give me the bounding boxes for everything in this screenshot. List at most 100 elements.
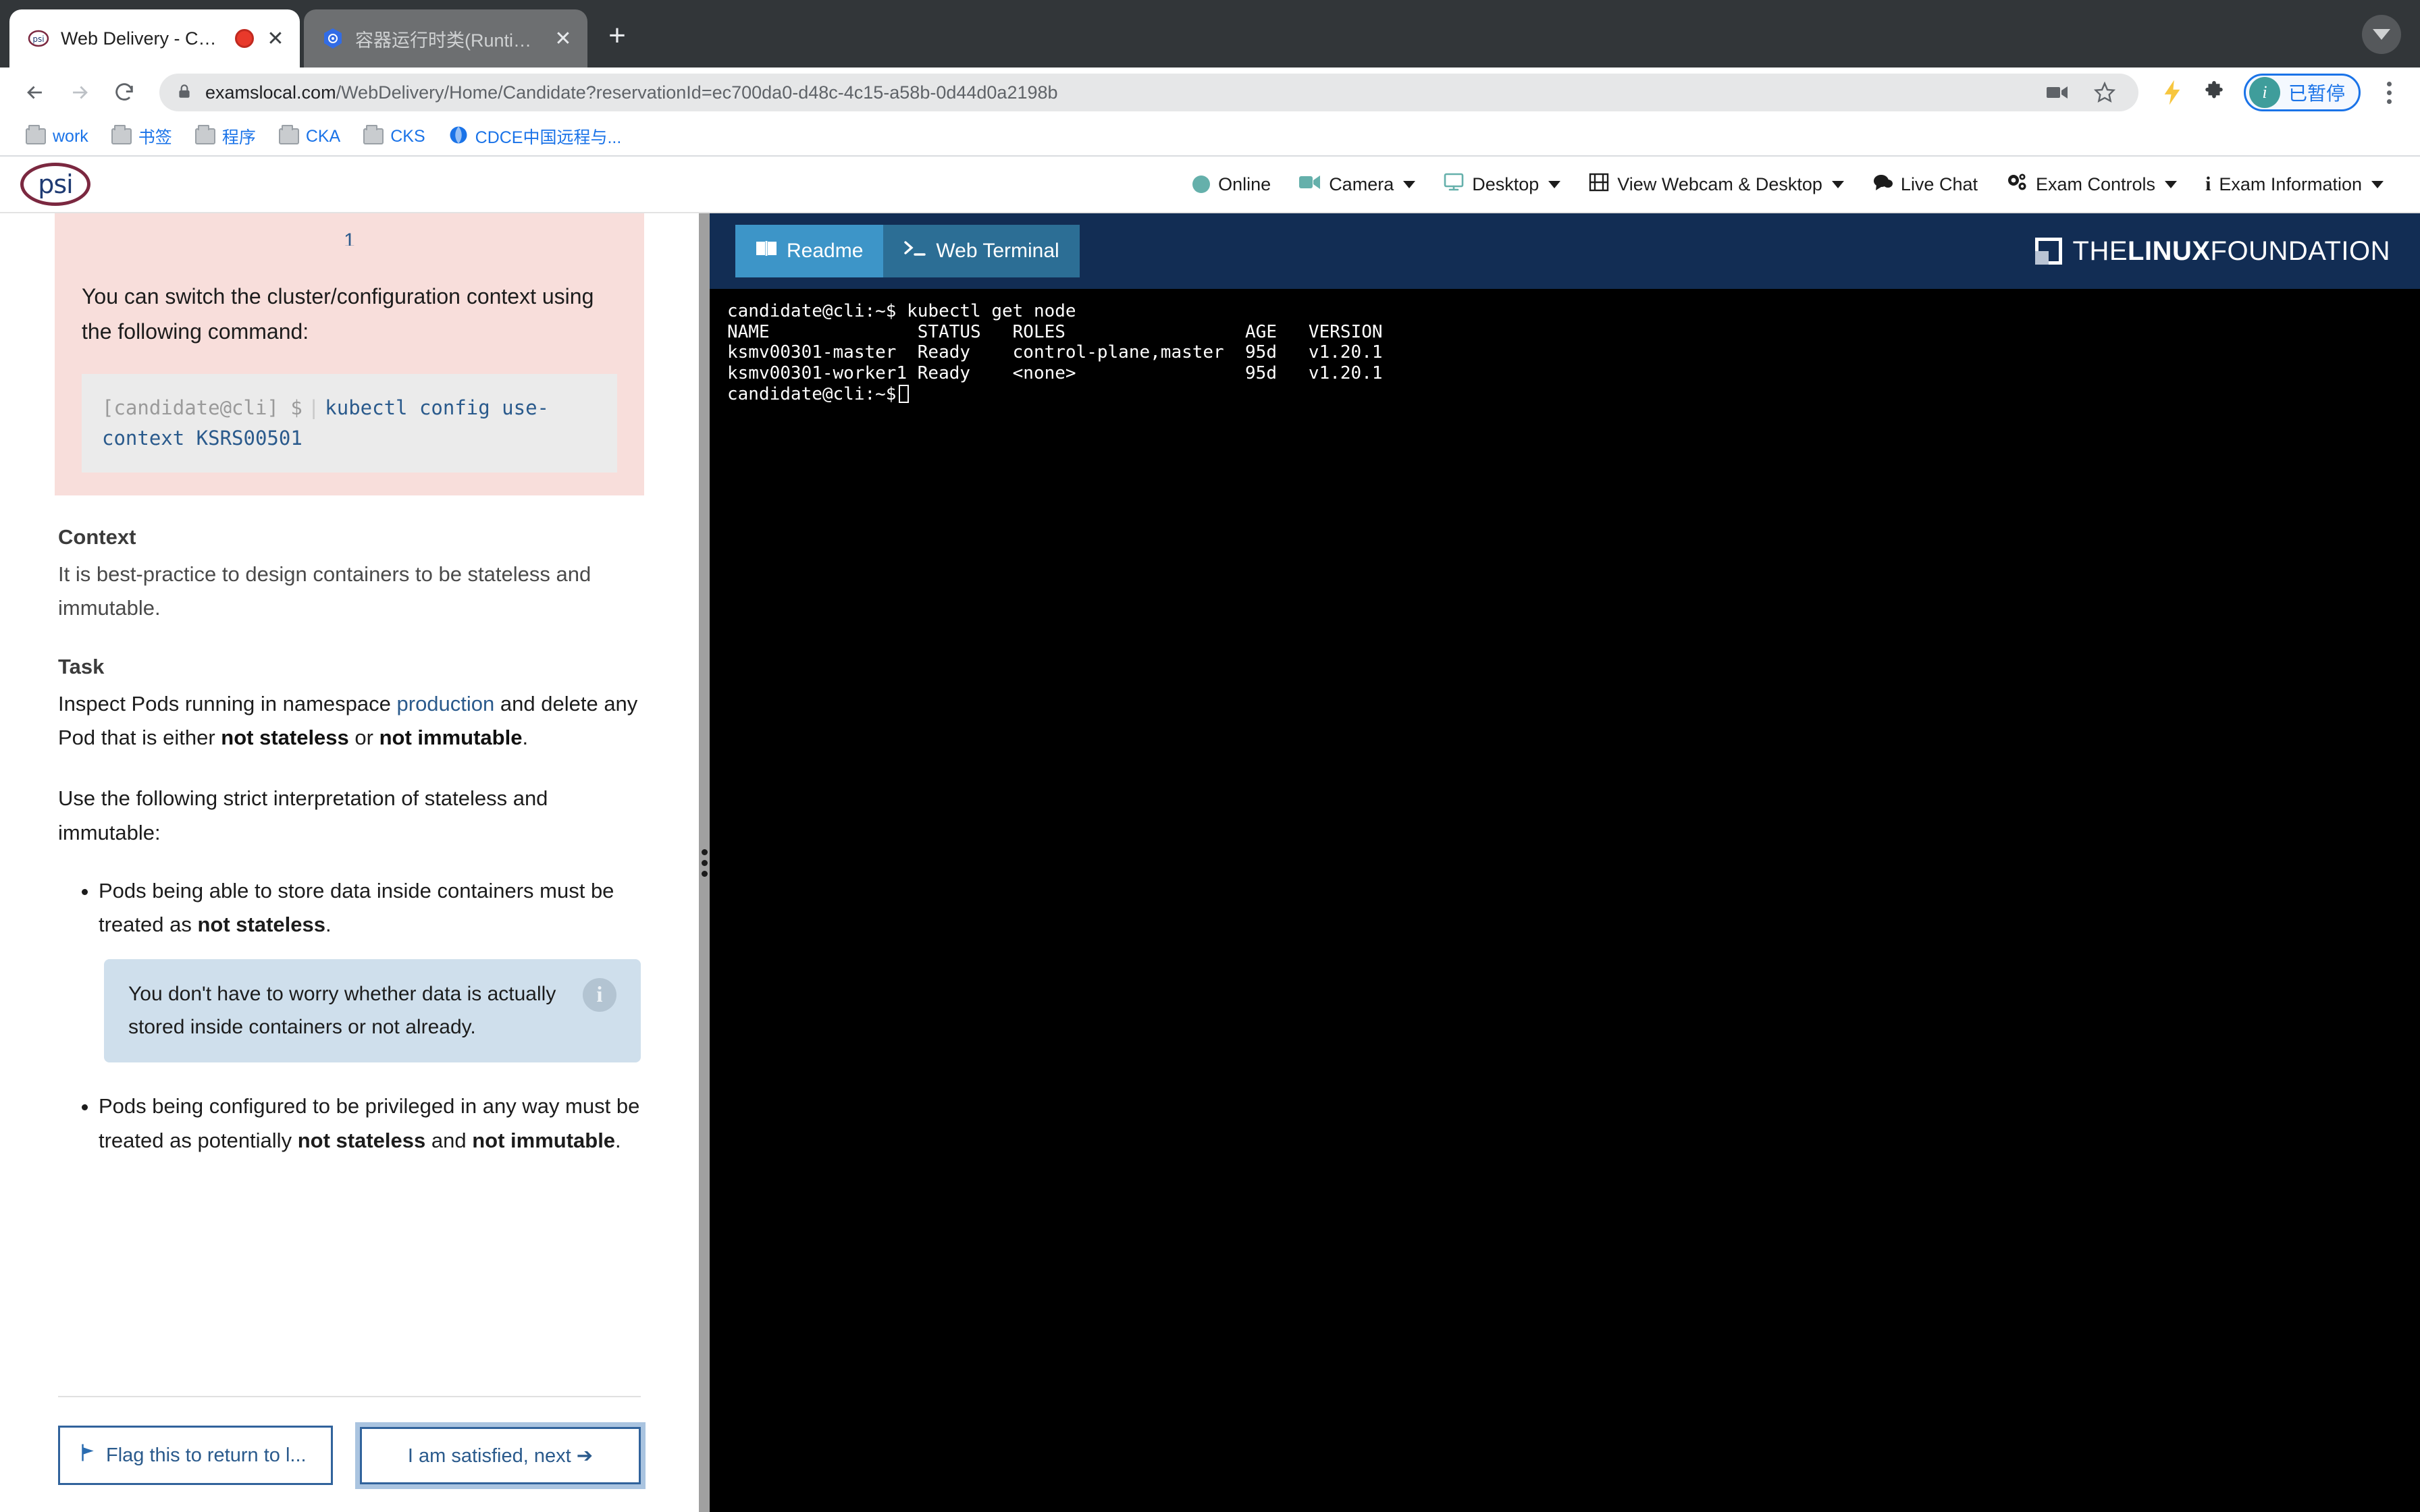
bookmark-label: CDCE中国远程与... <box>475 128 622 147</box>
bullet-text-c: . <box>615 1128 621 1152</box>
terminal-line: candidate@cli:~$ kubectl get node <box>727 301 1076 321</box>
callout-text: You can switch the cluster/configuration… <box>82 284 594 344</box>
chevron-down-icon <box>2165 180 2178 188</box>
context-body: It is best-practice to design containers… <box>58 562 591 620</box>
svg-text:psi: psi <box>32 34 44 44</box>
window-menu-button[interactable] <box>2362 15 2401 54</box>
folder-icon <box>278 125 299 144</box>
psi-nav-label: Exam Controls <box>2036 173 2156 194</box>
psi-nav-label: Live Chat <box>1900 173 1978 194</box>
psi-nav-exam-information[interactable]: i Exam Information <box>2205 173 2384 196</box>
bookmarks-bar: work 书签 程序 CKA CKS CDCE中国远程与... <box>0 117 2420 157</box>
bookmark-item[interactable]: CKA <box>271 124 348 149</box>
browser-tab-title: 容器运行时类(Runtime Class) | <box>355 30 542 51</box>
bookmark-label: CKA <box>305 126 341 146</box>
task-text-d: . <box>522 726 529 750</box>
psi-nav-desktop[interactable]: Desktop <box>1444 173 1561 196</box>
bookmark-item[interactable]: 程序 <box>187 122 264 151</box>
status-dot-icon <box>1192 176 1211 193</box>
url-host: examslocal.com <box>205 82 336 103</box>
brand-the: THE <box>2072 236 2128 266</box>
browser-menu-icon[interactable] <box>2374 81 2404 104</box>
lock-icon <box>176 82 193 103</box>
tab-close-icon[interactable]: ✕ <box>552 27 574 51</box>
psi-nav: Online Camera Desktop View Webcam & Desk… <box>1192 173 2400 196</box>
brand-foundation: FOUNDATION <box>2210 236 2390 266</box>
reload-button[interactable] <box>105 74 143 111</box>
profile-paused-pill[interactable]: i 已暂停 <box>2243 74 2361 111</box>
profile-paused-label: 已暂停 <box>2288 83 2345 104</box>
terminal-header: Readme Web Terminal THELINUXFOUNDATION <box>710 213 2420 289</box>
chevron-down-icon <box>1403 180 1416 188</box>
browser-tab-inactive[interactable]: 容器运行时类(Runtime Class) | ✕ <box>304 9 587 68</box>
psi-nav-camera[interactable]: Camera <box>1299 174 1416 195</box>
forward-button[interactable] <box>61 74 99 111</box>
bookmark-label: 程序 <box>221 128 256 147</box>
task-intro: Use the following strict interpretation … <box>58 786 548 844</box>
psi-nav-view-webcam-desktop[interactable]: View Webcam & Desktop <box>1589 173 1844 196</box>
terminal-pane: Readme Web Terminal THELINUXFOUNDATION c… <box>710 213 2420 1512</box>
psi-logo-text: psi <box>38 169 73 199</box>
bookmark-item[interactable]: CDCE中国远程与... <box>440 122 630 151</box>
tab-recording-indicator-icon <box>235 29 254 48</box>
bookmark-label: work <box>53 126 88 146</box>
browser-tabstrip: psi Web Delivery - Candidate ✕ 容器运行时类(Ru… <box>0 0 2420 68</box>
tab-readme[interactable]: Readme <box>735 225 884 277</box>
address-bar-url: examslocal.com/WebDelivery/Home/Candidat… <box>205 82 1058 103</box>
gears-icon <box>2006 173 2028 196</box>
address-bar[interactable]: examslocal.com/WebDelivery/Home/Candidat… <box>159 74 2138 111</box>
camera-access-icon[interactable] <box>2040 75 2075 110</box>
folder-icon <box>111 125 132 144</box>
tab-web-terminal[interactable]: Web Terminal <box>883 225 1080 277</box>
browser-tab-active[interactable]: psi Web Delivery - Candidate ✕ <box>9 9 300 68</box>
chevron-down-icon <box>1831 180 1844 188</box>
interpretation-list: Pods being able to store data inside con… <box>58 874 641 1158</box>
terminal-prompt: candidate@cli:~$ <box>727 383 897 404</box>
linux-foundation-logo: THELINUXFOUNDATION <box>2034 236 2390 267</box>
browser-window: psi Web Delivery - Candidate ✕ 容器运行时类(Ru… <box>0 0 2420 1512</box>
kubernetes-favicon-icon <box>321 27 344 50</box>
psi-logo: psi <box>20 163 90 206</box>
task-bold-not-stateless: not stateless <box>221 726 349 750</box>
bullet-bold-a: not stateless <box>297 1128 426 1152</box>
task-text-a: Inspect Pods running in namespace <box>58 691 391 716</box>
back-button[interactable] <box>16 74 54 111</box>
task-bold-not-immutable: not immutable <box>379 726 523 750</box>
terminal-line: ksmv00301-master Ready control-plane,mas… <box>727 342 1383 363</box>
next-question-button[interactable]: I am satisfied, next ➔ <box>359 1426 641 1484</box>
info-icon: i <box>583 978 616 1013</box>
splitter-dot-icon <box>701 848 708 855</box>
namespace-link[interactable]: production <box>397 692 495 716</box>
bullet-text-a: Pods being able to store data inside con… <box>99 878 614 937</box>
bookmark-item[interactable]: work <box>18 124 97 149</box>
bookmark-star-icon[interactable] <box>2087 75 2122 110</box>
psi-nav-live-chat[interactable]: Live Chat <box>1872 173 1978 196</box>
tab-close-icon[interactable]: ✕ <box>265 27 286 51</box>
info-note-box: You don't have to worry whether data is … <box>104 959 641 1063</box>
flag-question-button[interactable]: Flag this to return to l... <box>58 1426 333 1485</box>
bullet-text-b: . <box>325 913 332 937</box>
bullet-bold-b: not immutable <box>472 1128 616 1152</box>
book-icon <box>756 240 777 263</box>
psi-app-bar: psi Online Camera Desktop View Webcam & … <box>0 157 2420 213</box>
lightning-extension-icon[interactable] <box>2155 75 2190 110</box>
url-path: /WebDelivery/Home/Candidate?reservationI… <box>336 82 1058 103</box>
splitter-dot-icon <box>701 870 708 877</box>
context-command-block[interactable]: [candidate@cli] $ | kubectl config use-con… <box>82 373 617 473</box>
bookmark-item[interactable]: 书签 <box>103 122 180 151</box>
psi-nav-label: Desktop <box>1472 173 1540 194</box>
info-note-text: You don't have to worry whether data is … <box>128 983 556 1038</box>
terminal-output[interactable]: candidate@cli:~$ kubectl get node NAME S… <box>710 289 2420 1512</box>
psi-nav-label: Online <box>1218 173 1271 194</box>
bullet-bold-a: not stateless <box>197 913 326 937</box>
extensions-puzzle-icon[interactable] <box>2197 75 2232 110</box>
new-tab-button[interactable]: + <box>596 16 639 59</box>
psi-nav-online[interactable]: Online <box>1192 174 1271 195</box>
readme-actions: Flag this to return to l... I am satisfi… <box>58 1396 641 1485</box>
profile-avatar: i <box>2248 77 2280 108</box>
bookmark-item[interactable]: CKS <box>355 124 433 149</box>
chevron-down-icon <box>2373 29 2390 40</box>
psi-nav-exam-controls[interactable]: Exam Controls <box>2006 173 2178 196</box>
task-body: Inspect Pods running in namespace produc… <box>58 687 641 755</box>
pane-splitter-handle[interactable] <box>699 213 710 1512</box>
